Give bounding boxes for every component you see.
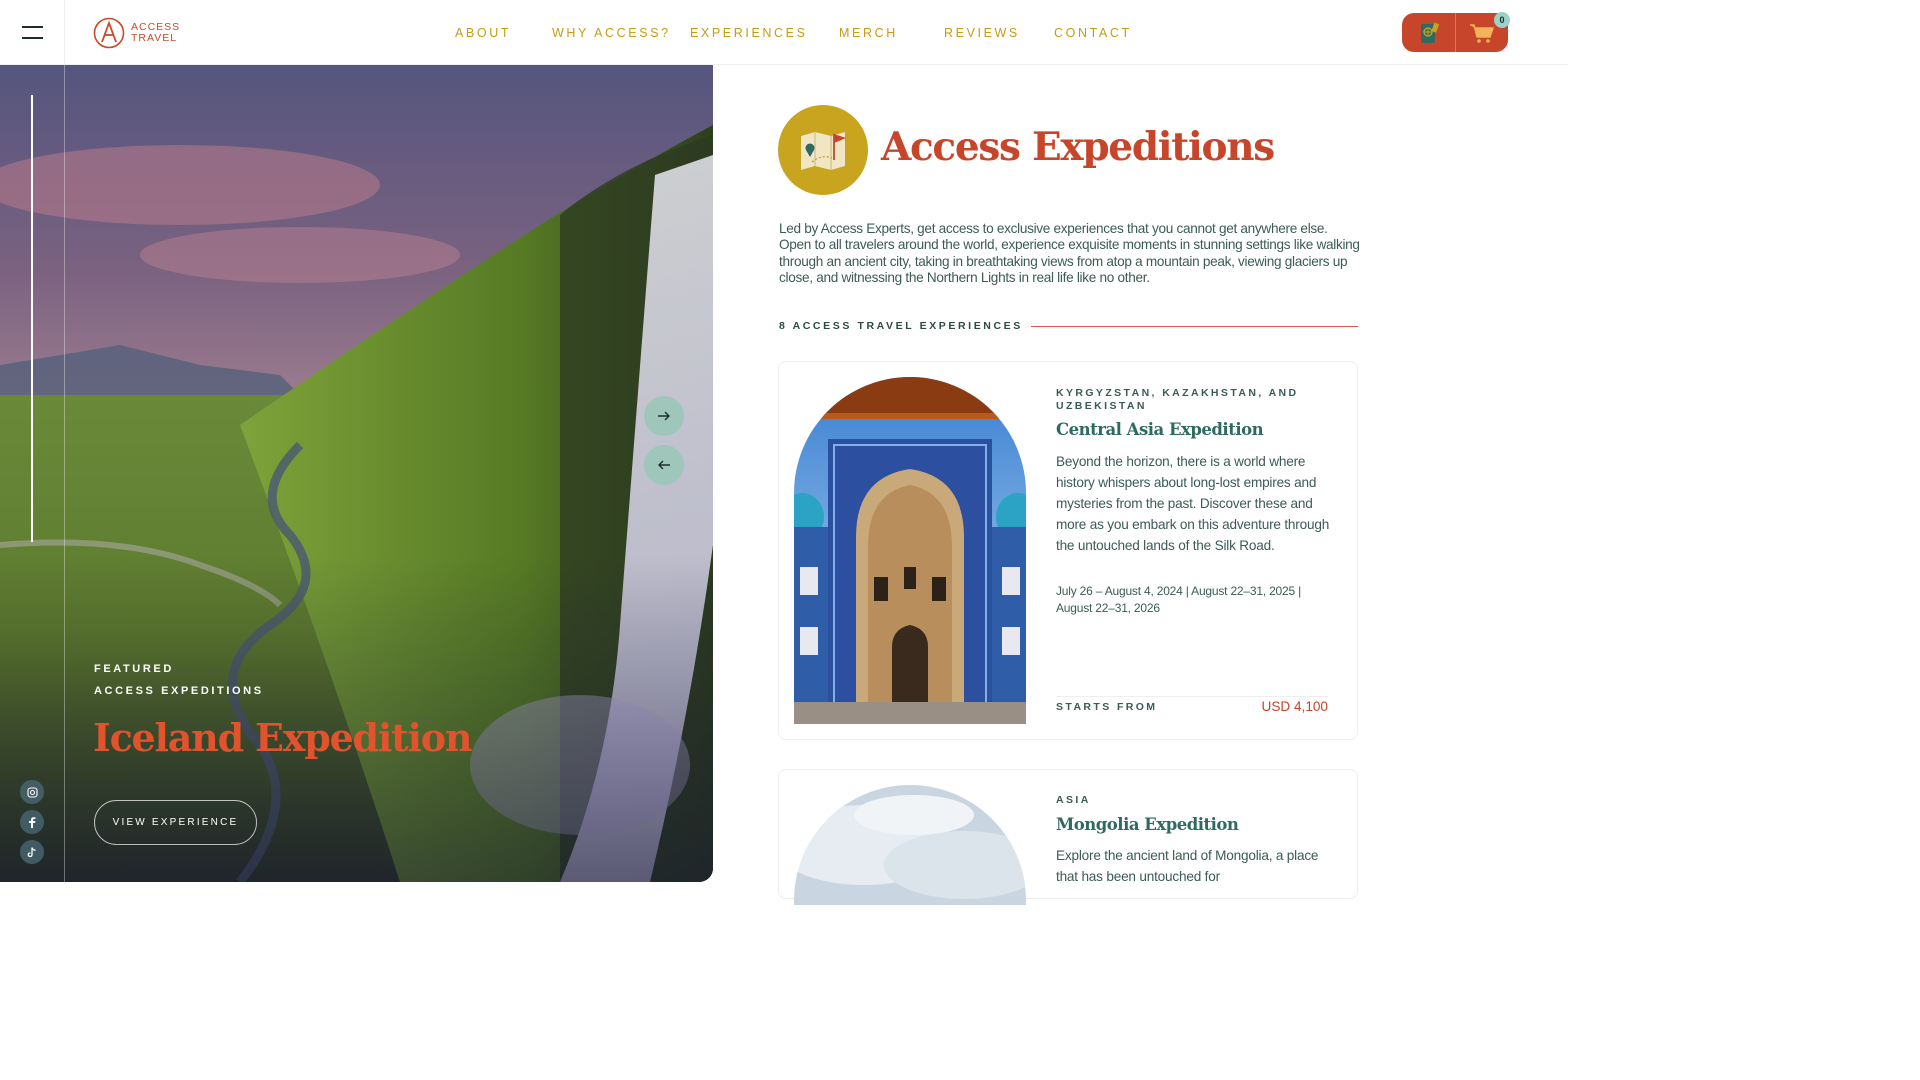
next-slide-button[interactable] bbox=[644, 396, 684, 436]
price-value: USD 4,100 bbox=[1261, 699, 1329, 714]
main-nav: ABOUT WHY ACCESS? EXPERIENCES MERCH REVI… bbox=[0, 26, 1568, 40]
card-region: KYRGYZSTAN, KAZAKHSTAN, AND UZBEKISTAN bbox=[1056, 387, 1299, 412]
tiktok-icon[interactable] bbox=[20, 840, 44, 864]
hero-kicker-featured: FEATURED bbox=[94, 663, 174, 675]
nav-reviews[interactable]: REVIEWS bbox=[944, 26, 1020, 40]
experience-card[interactable]: KYRGYZSTAN, KAZAKHSTAN, AND UZBEKISTAN C… bbox=[778, 361, 1358, 740]
mosque-image bbox=[794, 377, 1026, 724]
prev-slide-button[interactable] bbox=[644, 445, 684, 485]
card-description: Beyond the horizon, there is a world whe… bbox=[1056, 454, 1330, 553]
card-title[interactable]: Central Asia Expedition bbox=[1056, 420, 1264, 439]
nav-why-access[interactable]: WHY ACCESS? bbox=[552, 26, 671, 40]
card-title[interactable]: Mongolia Expedition bbox=[1056, 815, 1239, 834]
view-experience-button[interactable]: VIEW EXPERIENCE bbox=[94, 800, 257, 845]
card-price-row: STARTS FROM USD 4,100 bbox=[1056, 696, 1328, 714]
card-region: ASIA bbox=[1056, 794, 1091, 806]
cart-count-badge: 0 bbox=[1494, 12, 1510, 28]
instagram-icon[interactable] bbox=[20, 780, 44, 804]
nav-merch[interactable]: MERCH bbox=[839, 26, 898, 40]
nav-experiences[interactable]: EXPERIENCES bbox=[690, 26, 808, 40]
hero-kicker-category: ACCESS EXPEDITIONS bbox=[94, 685, 264, 697]
mongolia-sky-image bbox=[794, 785, 1026, 905]
social-links bbox=[20, 780, 44, 864]
facebook-icon[interactable] bbox=[20, 810, 44, 834]
section-divider bbox=[1030, 325, 1358, 327]
header-actions bbox=[1402, 13, 1508, 52]
nav-about[interactable]: ABOUT bbox=[455, 26, 511, 40]
nav-contact[interactable]: CONTACT bbox=[1054, 26, 1132, 40]
slide-progress-bar bbox=[31, 95, 33, 542]
page-title: Access Expeditions bbox=[881, 124, 1275, 170]
card-dates: July 26 – August 4, 2024 | August 22–31,… bbox=[1056, 584, 1302, 615]
card-description: Explore the ancient land of Mongolia, a … bbox=[1056, 848, 1319, 884]
map-icon-badge bbox=[778, 105, 868, 195]
cart-icon bbox=[1470, 23, 1494, 43]
intro-description: Led by Access Experts, get access to exc… bbox=[779, 221, 1360, 286]
map-icon bbox=[801, 132, 846, 170]
passport-icon bbox=[1420, 22, 1439, 43]
experience-card[interactable]: ASIA Mongolia Expedition Explore the anc… bbox=[778, 769, 1358, 905]
arrow-right-icon bbox=[658, 411, 670, 421]
hero-carousel: FEATURED ACCESS EXPEDITIONS Iceland Expe… bbox=[0, 65, 713, 882]
experience-count-row: 8 ACCESS TRAVEL EXPERIENCES bbox=[779, 320, 1358, 332]
hero-divider bbox=[64, 65, 65, 882]
experience-count-label: 8 ACCESS TRAVEL EXPERIENCES bbox=[779, 320, 1023, 332]
card-image-mongolia bbox=[794, 785, 1026, 905]
passport-button[interactable] bbox=[1402, 13, 1455, 52]
card-image-central-asia bbox=[794, 377, 1026, 724]
hero-title: Iceland Expedition bbox=[93, 715, 473, 760]
site-header: ACCESS TRAVEL ABOUT WHY ACCESS? EXPERIEN… bbox=[0, 0, 1568, 65]
arrow-left-icon bbox=[658, 460, 670, 470]
price-label: STARTS FROM bbox=[1056, 700, 1158, 713]
